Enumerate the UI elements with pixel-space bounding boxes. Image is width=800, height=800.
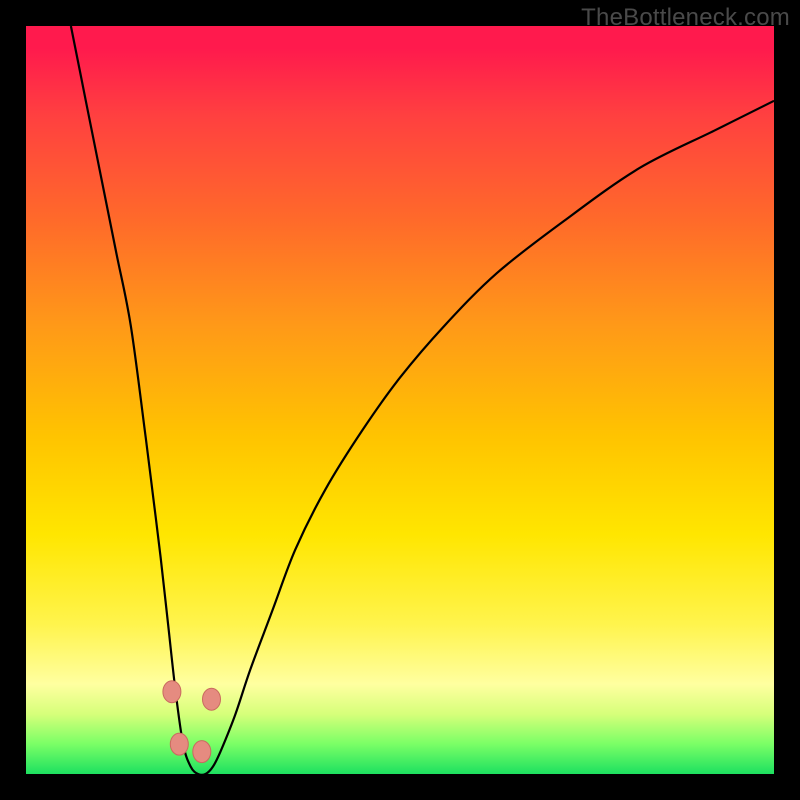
curve-marker — [163, 681, 181, 703]
watermark-text: TheBottleneck.com — [581, 4, 790, 32]
chart-plot-area — [26, 26, 774, 774]
curve-markers — [163, 681, 221, 763]
bottleneck-curve-svg — [26, 26, 774, 774]
curve-marker — [193, 741, 211, 763]
bottleneck-curve-path — [71, 26, 774, 774]
curve-marker — [203, 688, 221, 710]
curve-marker — [170, 733, 188, 755]
